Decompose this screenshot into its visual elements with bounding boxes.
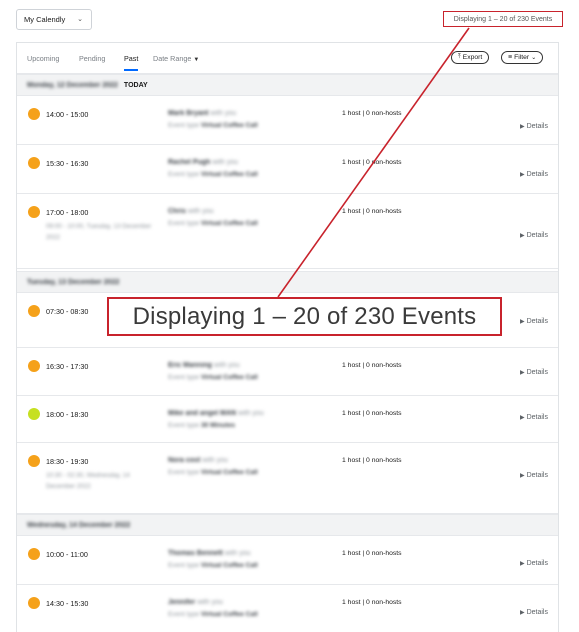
details-link[interactable]: ▶ Details xyxy=(520,472,548,479)
event-row[interactable]: 14:30 - 15:30 Jennifer with you Event ty… xyxy=(17,585,558,632)
tab-upcoming[interactable]: Upcoming xyxy=(27,54,59,63)
event-color-dot xyxy=(28,157,40,169)
triangle-right-icon: ▶ xyxy=(519,610,525,616)
host-count: 1 host | 0 non-hosts xyxy=(342,159,402,166)
event-type: Event type Virtual Coffee Call xyxy=(168,122,258,129)
event-time: 16:30 - 17:30 xyxy=(46,362,89,371)
invitee-name: Thomas Bennett with you xyxy=(168,550,251,557)
event-row[interactable]: 17:00 - 18:00 09:00 - 10:00, Tuesday, 13… xyxy=(17,194,558,269)
details-link[interactable]: ▶ Details xyxy=(520,369,548,376)
date-header: Wednesday, 14 December 2022 xyxy=(17,514,558,536)
event-type: Event type Virtual Coffee Call xyxy=(168,171,258,178)
date-label: Monday, 12 December 2022 xyxy=(27,81,118,89)
event-color-dot xyxy=(28,206,40,218)
details-link[interactable]: ▶ Details xyxy=(520,123,548,130)
chevron-down-icon: ⌄ xyxy=(77,16,83,23)
tab-past[interactable]: Past xyxy=(124,54,139,71)
event-time: 18:30 - 19:30 xyxy=(46,457,89,466)
export-button[interactable]: ⤒ Export xyxy=(451,51,490,64)
invitee-name: Jennifer with you xyxy=(168,599,223,606)
host-count: 1 host | 0 non-hosts xyxy=(342,410,402,417)
triangle-right-icon: ▶ xyxy=(519,233,525,239)
event-time: 14:00 - 15:00 xyxy=(46,110,89,119)
host-count: 1 host | 0 non-hosts xyxy=(342,457,402,464)
tab-date-range-label: Date Range xyxy=(153,54,192,63)
triangle-right-icon: ▶ xyxy=(519,473,525,479)
events-panel: Upcoming Pending Past Date Range ▼ ⤒ Expo… xyxy=(16,42,559,632)
event-time: 17:00 - 18:00 xyxy=(46,208,89,217)
invitee-name: Rachel Pugh with you xyxy=(168,159,239,166)
event-color-dot xyxy=(28,408,40,420)
tab-pending[interactable]: Pending xyxy=(79,54,105,63)
triangle-right-icon: ▶ xyxy=(519,172,525,178)
event-row[interactable]: 16:30 - 17:30 Eric Manning with you Even… xyxy=(17,348,558,396)
invitee-name: Mark Bryant with you xyxy=(168,110,237,117)
export-label: Export xyxy=(462,54,483,61)
event-row[interactable]: 10:00 - 11:00 Thomas Bennett with you Ev… xyxy=(17,536,558,585)
event-original-time: 10:30 - 02:30, Wednesday, 14 December 20… xyxy=(46,472,130,490)
event-row[interactable]: 15:30 - 16:30 Rachel Pugh with you Event… xyxy=(17,145,558,194)
event-time: 15:30 - 16:30 xyxy=(46,159,89,168)
invitee-name: Nora cost with you xyxy=(168,457,228,464)
details-link[interactable]: ▶ Details xyxy=(520,232,548,239)
triangle-right-icon: ▶ xyxy=(519,124,525,130)
event-row[interactable]: 18:30 - 19:30 10:30 - 02:30, Wednesday, … xyxy=(17,443,558,514)
triangle-right-icon: ▶ xyxy=(519,561,525,567)
event-time: 07:30 - 08:30 xyxy=(46,307,89,316)
calendar-select[interactable]: My Calendly ⌄ xyxy=(16,9,92,30)
event-type: Event type 30 Minutes xyxy=(168,422,236,429)
zoom-callout: Displaying 1 – 20 of 230 Events xyxy=(107,297,502,336)
date-label: Wednesday, 14 December 2022 xyxy=(27,521,131,529)
event-color-dot xyxy=(28,360,40,372)
date-header: Tuesday, 13 December 2022 xyxy=(17,271,558,293)
date-header: Monday, 12 December 2022 TODAY xyxy=(17,74,558,96)
event-counter: Displaying 1 – 20 of 230 Events xyxy=(443,11,563,27)
calendar-select-label: My Calendly xyxy=(24,15,66,24)
triangle-right-icon: ▶ xyxy=(519,370,525,376)
event-time: 14:30 - 15:30 xyxy=(46,599,89,608)
event-color-dot xyxy=(28,305,40,317)
event-type: Event type Virtual Coffee Call xyxy=(168,374,258,381)
host-count: 1 host | 0 non-hosts xyxy=(342,110,402,117)
triangle-right-icon: ▶ xyxy=(519,319,525,325)
invitee-name: Mike and angel MAN with you xyxy=(168,410,264,417)
event-type: Event type Virtual Coffee Call xyxy=(168,220,258,227)
event-type: Event type Virtual Coffee Call xyxy=(168,611,258,618)
details-link[interactable]: ▶ Details xyxy=(520,318,548,325)
tab-bar: Upcoming Pending Past Date Range ▼ ⤒ Expo… xyxy=(17,43,558,74)
chevron-down-icon: ⌄ xyxy=(531,55,537,61)
event-counter-text: Displaying 1 – 20 of 230 Events xyxy=(453,15,553,23)
event-color-dot xyxy=(28,548,40,560)
event-color-dot xyxy=(28,597,40,609)
event-time: 18:00 - 18:30 xyxy=(46,410,89,419)
host-count: 1 host | 0 non-hosts xyxy=(342,550,402,557)
details-link[interactable]: ▶ Details xyxy=(520,609,548,616)
event-color-dot xyxy=(28,455,40,467)
caret-down-icon: ▼ xyxy=(193,57,200,63)
tab-date-range[interactable]: Date Range ▼ xyxy=(153,54,199,63)
details-link[interactable]: ▶ Details xyxy=(520,171,548,178)
filter-button[interactable]: ≡ Filter ⌄ xyxy=(501,51,544,64)
invitee-name: Chris with you xyxy=(168,208,214,215)
today-badge: TODAY xyxy=(123,81,148,89)
upload-icon: ⤒ xyxy=(458,54,461,60)
event-type: Event type Virtual Coffee Call xyxy=(168,469,258,476)
filter-icon: ≡ xyxy=(508,54,513,61)
host-count: 1 host | 0 non-hosts xyxy=(342,362,402,369)
event-color-dot xyxy=(28,108,40,120)
details-link[interactable]: ▶ Details xyxy=(520,414,548,421)
details-link[interactable]: ▶ Details xyxy=(520,560,548,567)
date-label: Tuesday, 13 December 2022 xyxy=(27,278,120,286)
triangle-right-icon: ▶ xyxy=(519,415,525,421)
event-row[interactable]: 18:00 - 18:30 Mike and angel MAN with yo… xyxy=(17,396,558,443)
host-count: 1 host | 0 non-hosts xyxy=(342,208,402,215)
event-type: Event type Virtual Coffee Call xyxy=(168,562,258,569)
invitee-name: Eric Manning with you xyxy=(168,362,240,369)
host-count: 1 host | 0 non-hosts xyxy=(342,599,402,606)
filter-label: Filter xyxy=(514,54,530,61)
event-time: 10:00 - 11:00 xyxy=(46,550,88,559)
event-row[interactable]: 14:00 - 15:00 Mark Bryant with you Event… xyxy=(17,96,558,145)
event-original-time: 09:00 - 10:00, Tuesday, 13 December 2022 xyxy=(46,223,152,241)
zoom-callout-text: Displaying 1 – 20 of 230 Events xyxy=(132,302,477,330)
